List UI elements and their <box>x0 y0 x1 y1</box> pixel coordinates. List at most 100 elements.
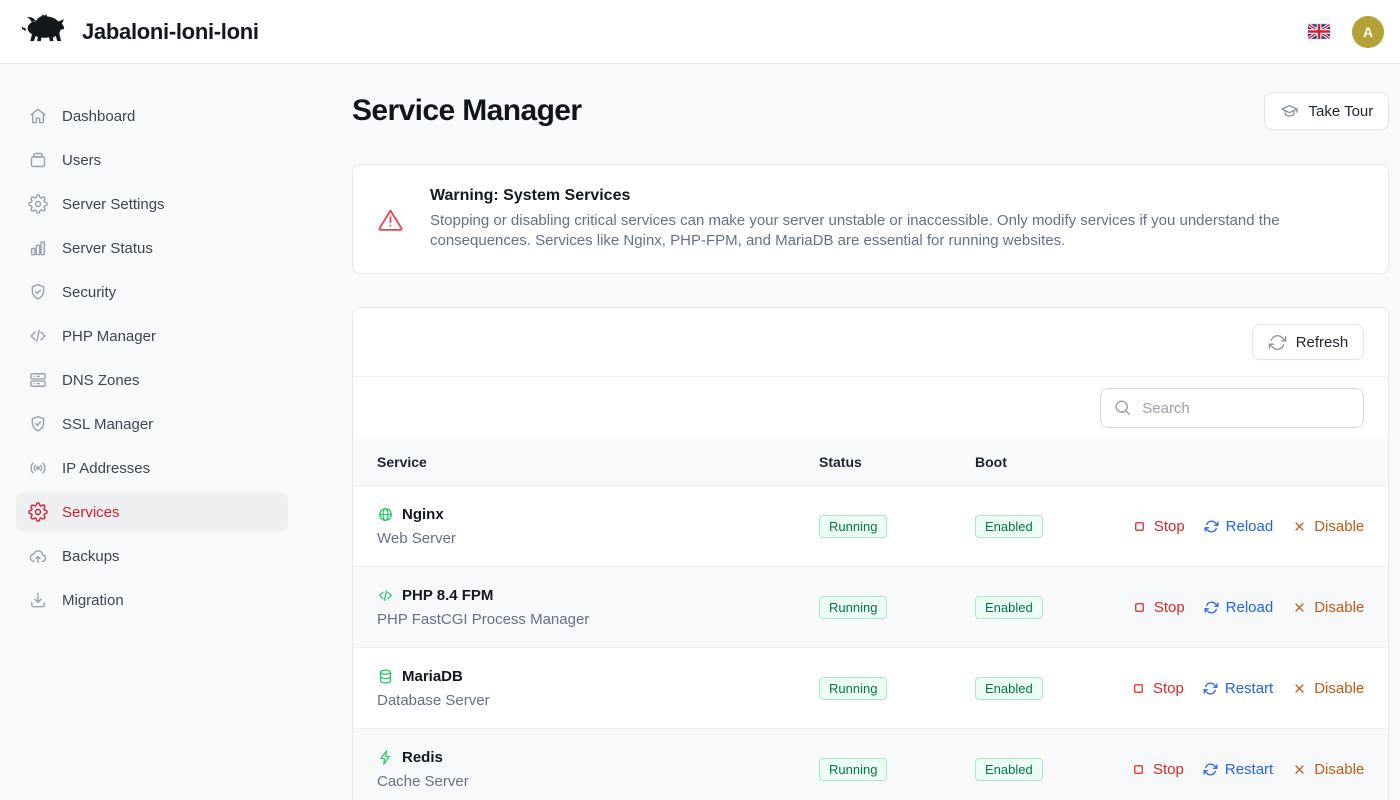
table-row-nginx: NginxWeb ServerRunningEnabledStopReloadD… <box>353 486 1388 567</box>
x-icon <box>1292 762 1307 777</box>
row-actions: Stop Reload Disable <box>1131 599 1364 616</box>
action-label: Disable <box>1314 680 1364 697</box>
service-cell: RedisCache Server <box>377 749 819 790</box>
stop-icon <box>1131 681 1146 696</box>
shield-check-icon <box>28 282 48 302</box>
service-cell: PHP 8.4 FPMPHP FastCGI Process Manager <box>377 587 819 628</box>
gear-icon <box>28 194 48 214</box>
sidebar-item-dashboard[interactable]: Dashboard <box>16 96 288 136</box>
top-header: Jabaloni-loni-loni A <box>0 0 1400 64</box>
status-badge: Running <box>819 596 887 619</box>
sidebar-item-label: DNS Zones <box>62 372 140 389</box>
search-input[interactable] <box>1100 388 1364 428</box>
users-box-icon <box>28 150 48 170</box>
reload-button[interactable]: Reload <box>1204 599 1274 616</box>
stop-button[interactable]: Stop <box>1131 761 1184 778</box>
sidebar-item-server-status[interactable]: Server Status <box>16 228 288 268</box>
service-description: Cache Server <box>377 773 819 790</box>
sidebar-item-ssl-manager[interactable]: SSL Manager <box>16 404 288 444</box>
column-header-boot: Boot <box>975 454 1131 470</box>
stop-button[interactable]: Stop <box>1131 680 1184 697</box>
disable-button[interactable]: Disable <box>1292 518 1364 535</box>
sidebar-item-ip-addresses[interactable]: IP Addresses <box>16 448 288 488</box>
action-label: Restart <box>1225 761 1273 778</box>
sidebar-item-label: Security <box>62 284 116 301</box>
boot-badge: Enabled <box>975 758 1043 781</box>
refresh-icon <box>1203 681 1218 696</box>
sidebar-item-backups[interactable]: Backups <box>16 536 288 576</box>
warning-card: Warning: System Services Stopping or dis… <box>352 164 1389 274</box>
sidebar-item-label: Services <box>62 504 120 521</box>
table-header: Service Status Boot <box>353 439 1388 486</box>
status-badge: Running <box>819 758 887 781</box>
disable-button[interactable]: Disable <box>1292 761 1364 778</box>
restart-button[interactable]: Restart <box>1203 761 1273 778</box>
server-stack-icon <box>28 370 48 390</box>
user-avatar[interactable]: A <box>1352 16 1384 48</box>
globe-icon <box>377 506 394 523</box>
stop-icon <box>1132 519 1147 534</box>
stop-button[interactable]: Stop <box>1132 599 1185 616</box>
broadcast-icon <box>28 458 48 478</box>
refresh-icon <box>1204 519 1219 534</box>
column-header-status: Status <box>819 454 975 470</box>
sidebar-item-label: SSL Manager <box>62 416 153 433</box>
graduation-cap-icon <box>1280 102 1299 121</box>
stop-button[interactable]: Stop <box>1132 518 1185 535</box>
service-cell: NginxWeb Server <box>377 506 819 547</box>
action-label: Stop <box>1153 680 1184 697</box>
sidebar-item-users[interactable]: Users <box>16 140 288 180</box>
sidebar-item-security[interactable]: Security <box>16 272 288 312</box>
boot-badge: Enabled <box>975 596 1043 619</box>
column-header-service: Service <box>377 454 819 470</box>
x-icon <box>1292 519 1307 534</box>
x-icon <box>1292 600 1307 615</box>
table-body: NginxWeb ServerRunningEnabledStopReloadD… <box>353 486 1388 800</box>
table-row-mariadb: MariaDBDatabase ServerRunningEnabledStop… <box>353 648 1388 729</box>
gear-icon <box>28 502 48 522</box>
action-label: Reload <box>1226 518 1274 535</box>
disable-button[interactable]: Disable <box>1292 680 1364 697</box>
sidebar-item-label: Server Settings <box>62 196 165 213</box>
take-tour-label: Take Tour <box>1308 103 1373 120</box>
sidebar-item-server-settings[interactable]: Server Settings <box>16 184 288 224</box>
action-label: Stop <box>1154 599 1185 616</box>
row-actions: Stop Restart Disable <box>1131 761 1364 778</box>
status-badge: Running <box>819 677 887 700</box>
x-icon <box>1292 681 1307 696</box>
home-icon <box>28 106 48 126</box>
main-content: Service Manager Take Tour Warning: Syste… <box>304 64 1400 800</box>
search-icon <box>1113 398 1132 417</box>
service-description: Web Server <box>377 530 819 547</box>
action-label: Stop <box>1153 761 1184 778</box>
action-label: Stop <box>1154 518 1185 535</box>
action-label: Disable <box>1314 599 1364 616</box>
code-icon <box>377 587 394 604</box>
status-badge: Running <box>819 515 887 538</box>
reload-button[interactable]: Reload <box>1204 518 1274 535</box>
stop-icon <box>1131 762 1146 777</box>
boot-badge: Enabled <box>975 677 1043 700</box>
sidebar-item-dns-zones[interactable]: DNS Zones <box>16 360 288 400</box>
sidebar-item-label: Server Status <box>62 240 153 257</box>
restart-button[interactable]: Restart <box>1203 680 1273 697</box>
brand[interactable]: Jabaloni-loni-loni <box>16 13 259 50</box>
disable-button[interactable]: Disable <box>1292 599 1364 616</box>
language-flag-icon[interactable] <box>1308 24 1330 39</box>
row-actions: Stop Restart Disable <box>1131 680 1364 697</box>
sidebar-item-label: Backups <box>62 548 120 565</box>
download-icon <box>28 590 48 610</box>
table-row-redis: RedisCache ServerRunning Enabled Stop Resta… <box>353 729 1388 800</box>
sidebar-item-services[interactable]: Services <box>16 492 288 532</box>
take-tour-button[interactable]: Take Tour <box>1264 92 1389 130</box>
sidebar-item-php-manager[interactable]: PHP Manager <box>16 316 288 356</box>
row-actions: Stop Reload Disable <box>1131 518 1364 535</box>
refresh-icon <box>1204 600 1219 615</box>
refresh-button[interactable]: Refresh <box>1252 324 1365 360</box>
warning-body: Stopping or disabling critical services … <box>430 211 1290 251</box>
sidebar-item-migration[interactable]: Migration <box>16 580 288 620</box>
service-name: PHP 8.4 FPM <box>402 587 493 604</box>
action-label: Restart <box>1225 680 1273 697</box>
warning-title: Warning: System Services <box>430 187 1290 205</box>
code-icon <box>28 326 48 346</box>
